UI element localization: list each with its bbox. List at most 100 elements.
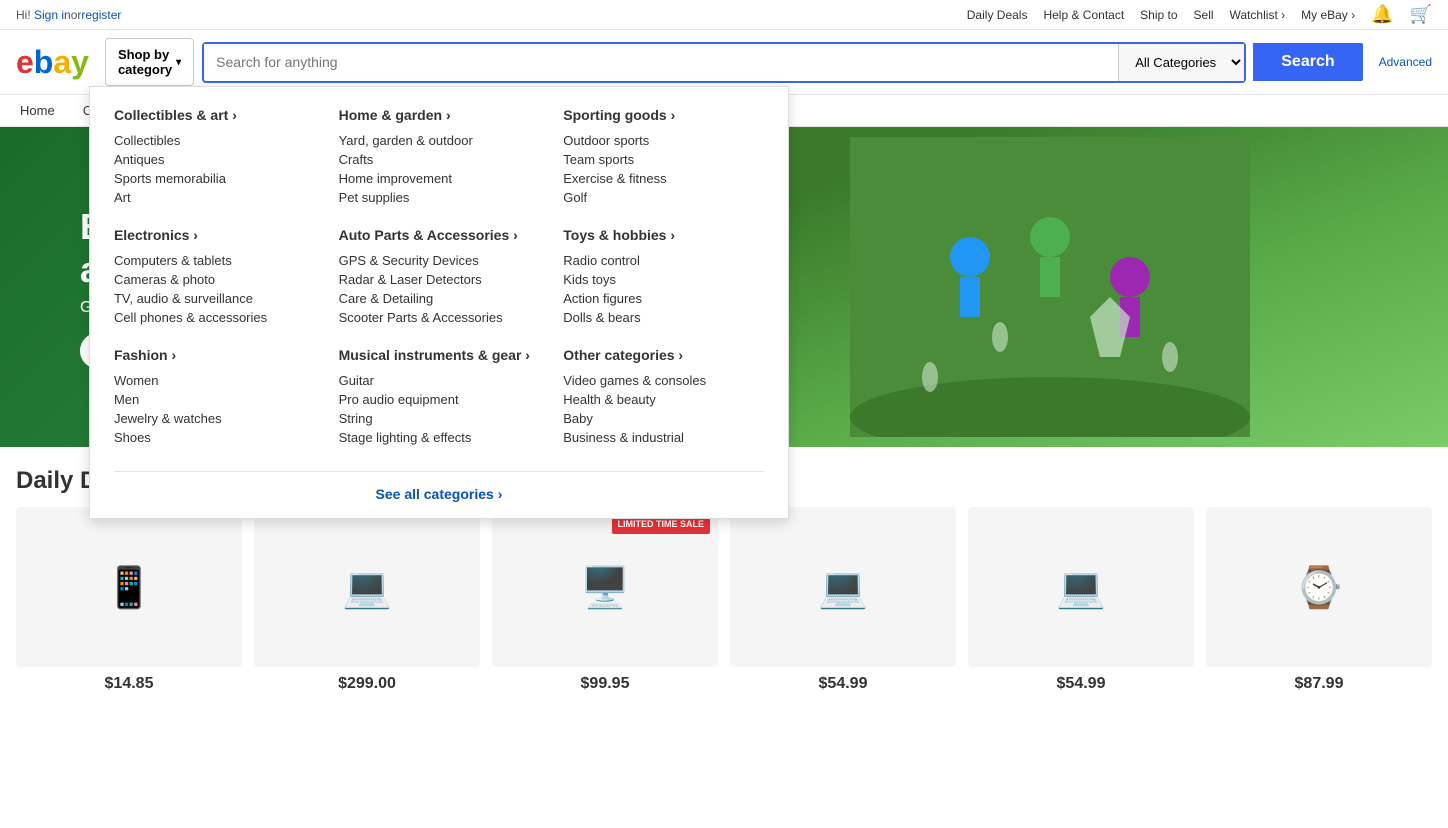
dropdown-item-2-0-1[interactable]: Team sports: [563, 150, 764, 169]
deal-price: $54.99: [730, 675, 956, 693]
dropdown-item-2-2-2[interactable]: Baby: [563, 409, 764, 428]
dropdown-section-2-1: Toys & hobbies › Radio controlKids toysAc…: [563, 227, 764, 327]
category-title-2-1[interactable]: Toys & hobbies ›: [563, 227, 764, 243]
ebay-logo[interactable]: ebay: [16, 44, 89, 81]
help-contact-link[interactable]: Help & Contact: [1043, 8, 1124, 22]
category-title-1-0[interactable]: Home & garden ›: [339, 107, 540, 123]
dropdown-item-1-1-0[interactable]: GPS & Security Devices: [339, 251, 540, 270]
notification-icon[interactable]: 🔔: [1371, 4, 1393, 25]
dropdown-item-0-0-1[interactable]: Antiques: [114, 150, 315, 169]
category-title-0-1[interactable]: Electronics ›: [114, 227, 315, 243]
dropdown-section-1-0: Home & garden › Yard, garden & outdoorCra…: [339, 107, 540, 207]
search-button[interactable]: Search: [1253, 43, 1362, 81]
dropdown-section-0-2: Fashion › WomenMenJewelry & watchesShoes: [114, 347, 315, 447]
dropdown-columns: Collectibles & art › CollectiblesAntiques…: [114, 107, 764, 467]
dropdown-item-0-0-2[interactable]: Sports memorabilia: [114, 169, 315, 188]
dropdown-item-0-1-0[interactable]: Computers & tablets: [114, 251, 315, 270]
dropdown-item-1-2-0[interactable]: Guitar: [339, 371, 540, 390]
category-title-0-2[interactable]: Fashion ›: [114, 347, 315, 363]
shop-by-button[interactable]: Shop bycategory: [105, 38, 194, 86]
dropdown-col-1: Home & garden › Yard, garden & outdoorCra…: [339, 107, 540, 467]
dropdown-item-2-2-3[interactable]: Business & industrial: [563, 428, 764, 447]
dropdown-item-0-0-0[interactable]: Collectibles: [114, 131, 315, 150]
my-ebay-link[interactable]: My eBay: [1301, 8, 1355, 22]
dropdown-item-1-0-0[interactable]: Yard, garden & outdoor: [339, 131, 540, 150]
dropdown-item-1-1-3[interactable]: Scooter Parts & Accessories: [339, 308, 540, 327]
dropdown-item-2-1-0[interactable]: Radio control: [563, 251, 764, 270]
dropdown-item-1-1-1[interactable]: Radar & Laser Detectors: [339, 270, 540, 289]
dropdown-item-1-1-2[interactable]: Care & Detailing: [339, 289, 540, 308]
dropdown-item-0-0-3[interactable]: Art: [114, 188, 315, 207]
see-all-categories: See all categories ›: [114, 471, 764, 502]
category-select[interactable]: All Categories: [1118, 44, 1244, 81]
dropdown-item-0-1-2[interactable]: TV, audio & surveillance: [114, 289, 315, 308]
dropdown-item-0-2-2[interactable]: Jewelry & watches: [114, 409, 315, 428]
dropdown-item-2-0-0[interactable]: Outdoor sports: [563, 131, 764, 150]
shop-by-label: Shop bycategory: [118, 47, 172, 77]
dropdown-item-1-2-1[interactable]: Pro audio equipment: [339, 390, 540, 409]
deal-image: 🖥️LIMITED TIME SALE: [492, 507, 718, 667]
deal-price: $99.95: [492, 675, 718, 693]
dropdown-section-0-1: Electronics › Computers & tabletsCameras …: [114, 227, 315, 327]
dropdown-item-2-0-2[interactable]: Exercise & fitness: [563, 169, 764, 188]
deal-image: 📱: [16, 507, 242, 667]
ship-to-label[interactable]: Ship to: [1140, 8, 1177, 22]
see-all-link[interactable]: See all categories ›: [376, 486, 503, 502]
deal-image: ⌚: [1206, 507, 1432, 667]
dropdown-item-2-1-3[interactable]: Dolls & bears: [563, 308, 764, 327]
dropdown-item-1-0-2[interactable]: Home improvement: [339, 169, 540, 188]
dropdown-item-0-2-3[interactable]: Shoes: [114, 428, 315, 447]
deals-grid: 📱$14.85💻$299.00🖥️LIMITED TIME SALE$99.95…: [16, 507, 1432, 693]
dropdown-item-1-2-3[interactable]: Stage lighting & effects: [339, 428, 540, 447]
category-title-2-2[interactable]: Other categories ›: [563, 347, 764, 363]
dropdown-col-2: Sporting goods › Outdoor sportsTeam sport…: [563, 107, 764, 467]
category-title-1-1[interactable]: Auto Parts & Accessories ›: [339, 227, 540, 243]
search-input[interactable]: [204, 44, 1118, 80]
deal-card[interactable]: 💻 $54.99: [730, 507, 956, 693]
register-link[interactable]: register: [81, 8, 121, 22]
category-dropdown: Collectibles & art › CollectiblesAntiques…: [89, 86, 789, 519]
category-title-1-2[interactable]: Musical instruments & gear ›: [339, 347, 540, 363]
top-links: Daily Deals Help & Contact Ship to Sell …: [967, 4, 1432, 25]
deal-card[interactable]: 🖥️LIMITED TIME SALE $99.95: [492, 507, 718, 693]
dropdown-item-1-0-3[interactable]: Pet supplies: [339, 188, 540, 207]
hero-illustration: [850, 137, 1250, 437]
nav-item-0[interactable]: Home: [16, 95, 59, 126]
dropdown-item-2-2-0[interactable]: Video games & consoles: [563, 371, 764, 390]
dropdown-section-1-1: Auto Parts & Accessories › GPS & Security…: [339, 227, 540, 327]
dropdown-col-0: Collectibles & art › CollectiblesAntiques…: [114, 107, 315, 467]
shop-by-area: Shop bycategory Collectibles & art ›Coll…: [105, 38, 194, 86]
hi-text: Hi!: [16, 8, 31, 22]
logo-a: a: [53, 44, 71, 81]
dropdown-item-0-2-1[interactable]: Men: [114, 390, 315, 409]
top-bar: Hi! Sign in or register Daily Deals Help…: [0, 0, 1448, 30]
cart-icon[interactable]: 🛒: [1410, 4, 1432, 25]
category-title-2-0[interactable]: Sporting goods ›: [563, 107, 764, 123]
advanced-search-link[interactable]: Advanced: [1379, 55, 1432, 69]
dropdown-item-0-2-0[interactable]: Women: [114, 371, 315, 390]
dropdown-item-2-0-3[interactable]: Golf: [563, 188, 764, 207]
dropdown-section-2-0: Sporting goods › Outdoor sportsTeam sport…: [563, 107, 764, 207]
deal-image: 💻: [730, 507, 956, 667]
dropdown-section-2-2: Other categories › Video games & consoles…: [563, 347, 764, 447]
dropdown-item-0-1-1[interactable]: Cameras & photo: [114, 270, 315, 289]
deal-card[interactable]: 📱$14.85: [16, 507, 242, 693]
deal-price: $54.99: [968, 675, 1194, 693]
deal-card[interactable]: 💻$299.00: [254, 507, 480, 693]
deal-price: $87.99: [1206, 675, 1432, 693]
dropdown-item-2-1-1[interactable]: Kids toys: [563, 270, 764, 289]
deal-price: $299.00: [254, 675, 480, 693]
dropdown-item-0-1-3[interactable]: Cell phones & accessories: [114, 308, 315, 327]
category-title-0-0[interactable]: Collectibles & art ›: [114, 107, 315, 123]
dropdown-item-1-2-2[interactable]: String: [339, 409, 540, 428]
dropdown-item-1-0-1[interactable]: Crafts: [339, 150, 540, 169]
dropdown-section-1-2: Musical instruments & gear › GuitarPro au…: [339, 347, 540, 447]
sell-link[interactable]: Sell: [1194, 8, 1214, 22]
deal-card[interactable]: ⌚ $87.99: [1206, 507, 1432, 693]
dropdown-item-2-1-2[interactable]: Action figures: [563, 289, 764, 308]
daily-deals-link[interactable]: Daily Deals: [967, 8, 1028, 22]
sign-in-link[interactable]: Sign in: [34, 8, 71, 22]
dropdown-item-2-2-1[interactable]: Health & beauty: [563, 390, 764, 409]
deal-card[interactable]: 💻$54.99: [968, 507, 1194, 693]
watchlist-link[interactable]: Watchlist: [1230, 8, 1286, 22]
